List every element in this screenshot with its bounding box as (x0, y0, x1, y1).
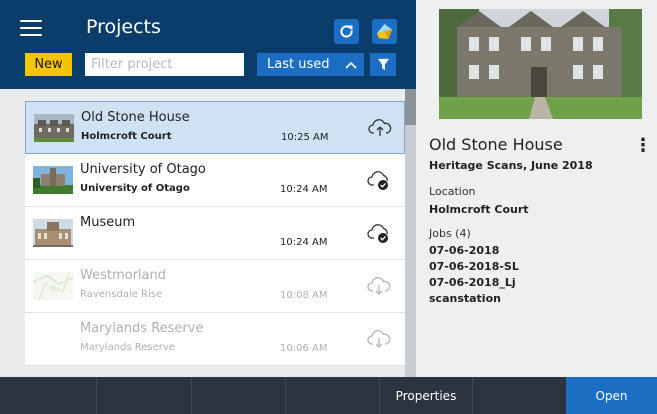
funnel-icon (377, 58, 389, 71)
job-item: scanstation (429, 292, 501, 305)
page-title: Projects (86, 16, 161, 38)
project-thumbnail (33, 219, 73, 247)
chevron-up-icon (345, 61, 358, 69)
project-row-marylands-reserve[interactable]: Marylands Reserve Marylands Reserve 10:0… (25, 313, 405, 366)
jobs-label: Jobs (4) (429, 227, 471, 240)
cloud-upload-icon[interactable] (368, 117, 392, 139)
new-project-button[interactable]: New (25, 53, 72, 76)
toolbar-slot-2[interactable] (191, 377, 285, 414)
project-time: 10:24 AM (280, 184, 328, 195)
project-name: University of Otago (80, 162, 206, 177)
more-vertical-icon[interactable]: ⋮ (634, 135, 652, 156)
project-thumbnail (33, 166, 73, 194)
project-location: Marylands Reserve (80, 342, 175, 353)
project-time: 10:25 AM (281, 132, 329, 143)
job-item: 07-06-2018-SL (429, 260, 519, 273)
project-row-museum[interactable]: Museum 10:24 AM (25, 207, 405, 260)
project-time: 10:08 AM (280, 290, 328, 301)
refresh-icon (340, 25, 353, 38)
project-name: Marylands Reserve (80, 321, 204, 336)
scrollbar-thumb[interactable] (405, 89, 416, 125)
cloud-synced-icon[interactable] (367, 169, 391, 191)
project-location: Holmcroft Court (81, 131, 172, 142)
sort-dropdown[interactable]: Last used (257, 53, 364, 76)
list-scrollbar[interactable] (405, 89, 416, 377)
cloud-download-icon[interactable] (367, 275, 391, 297)
project-location: University of Otago (80, 183, 190, 194)
project-row-university-of-otago[interactable]: University of Otago University of Otago … (25, 154, 405, 207)
location-value: Holmcroft Court (429, 203, 529, 216)
project-name: Museum (80, 215, 136, 230)
job-item: 07-06-2018 (429, 244, 500, 257)
bottom-toolbar: Properties Open (0, 377, 657, 414)
project-location: Ravensdale Rise (80, 289, 163, 300)
project-row-westmorland[interactable]: Westmorland Ravensdale Rise 10:08 AM (25, 260, 405, 313)
sort-label: Last used (267, 57, 330, 72)
projects-header: Projects New Last used (0, 0, 416, 89)
location-label: Location (429, 185, 476, 198)
properties-button[interactable]: Properties (379, 377, 472, 414)
project-time: 10:06 AM (280, 343, 328, 354)
toolbar-slot-1[interactable] (96, 377, 191, 414)
filter-button[interactable] (370, 53, 396, 76)
cloud-synced-icon[interactable] (367, 222, 391, 244)
filter-project-input[interactable] (85, 53, 244, 76)
project-time: 10:24 AM (280, 237, 328, 248)
project-thumbnail (33, 272, 73, 300)
cloud-download-icon[interactable] (367, 328, 391, 350)
refresh-button[interactable] (334, 19, 359, 44)
project-details-panel: Old Stone House ⋮ Heritage Scans, June 2… (416, 0, 657, 377)
toolbar-slot-5[interactable] (472, 377, 566, 414)
details-title: Old Stone House (429, 135, 563, 154)
toolbar-slot-3[interactable] (285, 377, 379, 414)
details-subtitle: Heritage Scans, June 2018 (429, 159, 593, 172)
project-name: Old Stone House (81, 110, 190, 125)
app-logo-button[interactable] (372, 19, 397, 44)
app-logo-icon (376, 23, 393, 40)
project-photo (439, 9, 642, 119)
project-name: Westmorland (80, 268, 166, 283)
job-item: 07-06-2018_Lj (429, 276, 516, 289)
project-row-old-stone-house[interactable]: Old Stone House Holmcroft Court 10:25 AM (25, 101, 405, 154)
project-list[interactable]: Old Stone House Holmcroft Court 10:25 AM… (0, 89, 416, 377)
project-thumbnail (34, 114, 74, 142)
hamburger-menu-icon[interactable] (20, 20, 42, 37)
open-button[interactable]: Open (566, 377, 657, 414)
